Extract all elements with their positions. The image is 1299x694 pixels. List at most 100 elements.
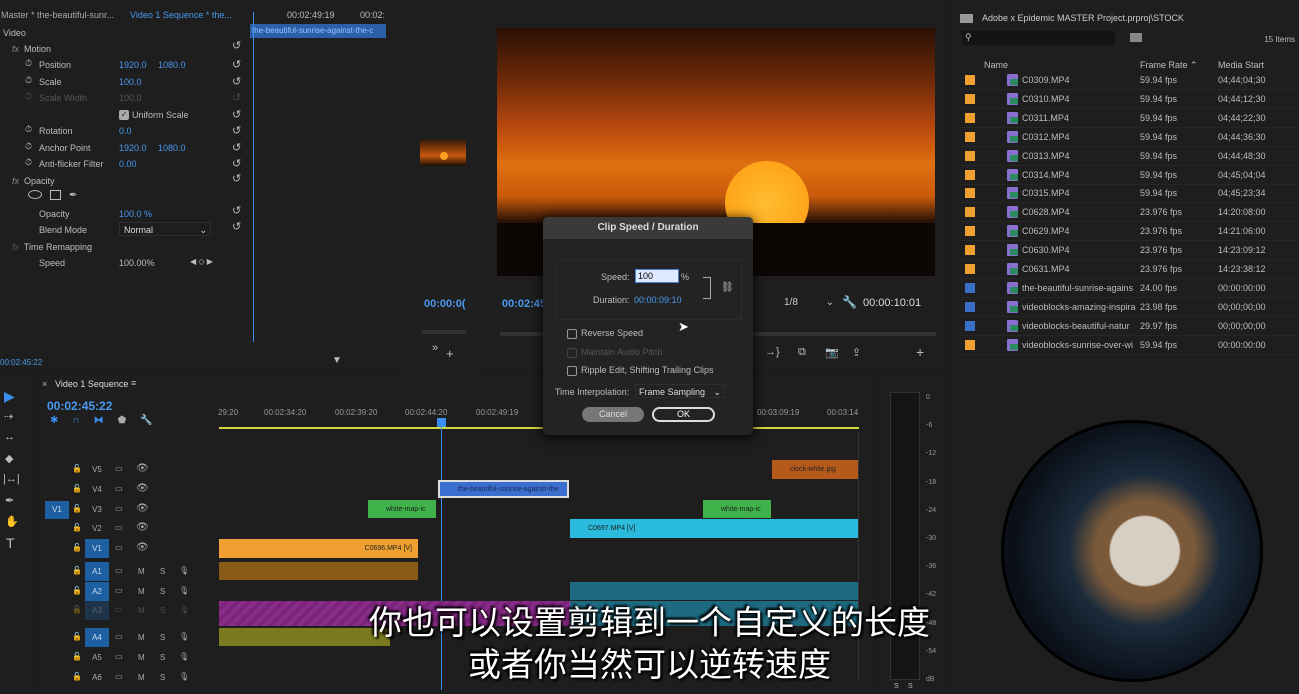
label-color-swatch[interactable] bbox=[965, 301, 975, 312]
reset-icon[interactable]: ↺ bbox=[232, 75, 241, 88]
property-value-2[interactable]: 1080.0 bbox=[158, 60, 186, 70]
reset-icon[interactable]: ↺ bbox=[232, 172, 241, 185]
column-name[interactable]: Name bbox=[984, 60, 1008, 70]
duration-value[interactable]: 00:00:09:10 bbox=[634, 295, 682, 305]
project-item[interactable]: C0631.MP4 23.976 fps 14:23:38:12 bbox=[960, 260, 1296, 279]
eye-icon[interactable]: 👁 bbox=[136, 463, 149, 474]
cancel-button[interactable]: Cancel bbox=[582, 407, 644, 422]
track-target[interactable]: V3 bbox=[85, 500, 109, 519]
mini-playhead[interactable] bbox=[253, 12, 254, 342]
project-item[interactable]: C0313.MP4 59.94 fps 04;44;48;30 bbox=[960, 147, 1296, 166]
ellipse-mask-icon[interactable] bbox=[28, 190, 42, 199]
label-color-swatch[interactable] bbox=[965, 150, 975, 161]
sync-lock-icon[interactable]: ▭ bbox=[115, 504, 123, 513]
opacity-value[interactable]: 100.0 % bbox=[119, 209, 152, 219]
label-color-swatch[interactable] bbox=[965, 264, 975, 274]
project-item[interactable]: C0309.MP4 59.94 fps 04;44;04;30 bbox=[960, 71, 1296, 90]
project-item[interactable]: C0312.MP4 59.94 fps 04;44;36;30 bbox=[960, 128, 1296, 147]
settings-wrench-icon[interactable]: 🔧 bbox=[140, 415, 152, 426]
track-target[interactable]: V2 bbox=[85, 519, 109, 538]
reset-icon[interactable]: ↺ bbox=[232, 39, 241, 52]
label-color-swatch[interactable] bbox=[965, 75, 975, 85]
selection-tool-icon[interactable]: ▶ bbox=[4, 388, 15, 405]
project-item[interactable]: C0628.MP4 23.976 fps 14:20:08:00 bbox=[960, 203, 1296, 223]
speed-value[interactable]: 100.00% bbox=[119, 258, 155, 268]
share-icon[interactable]: ⇪ bbox=[852, 346, 861, 359]
column-media-start[interactable]: Media Start bbox=[1218, 60, 1264, 70]
slip-tool-icon[interactable]: |↔| bbox=[3, 473, 20, 485]
track-select-tool-icon[interactable]: ⇢ bbox=[4, 410, 13, 423]
label-color-swatch[interactable] bbox=[965, 169, 975, 180]
clip-white-map-1[interactable]: white-map-ic bbox=[368, 500, 436, 518]
project-item[interactable]: the-beautiful-sunrise-agains 24.00 fps 00:… bbox=[960, 279, 1296, 298]
label-color-swatch[interactable] bbox=[965, 188, 975, 199]
label-color-swatch[interactable] bbox=[965, 320, 975, 331]
source-scrollbar[interactable] bbox=[422, 330, 466, 334]
add-button-icon[interactable]: + bbox=[916, 344, 924, 360]
mini-clip-bar[interactable]: the-beautiful-sunrise-against-the-c bbox=[250, 24, 386, 38]
source-clip-tab[interactable]: Master * the-beautiful-sunr... bbox=[1, 10, 114, 20]
sync-lock-icon[interactable]: ▭ bbox=[115, 543, 123, 552]
razor-tool-icon[interactable]: ◆ bbox=[5, 452, 13, 465]
reset-icon[interactable]: ↺ bbox=[232, 124, 241, 137]
project-item[interactable]: videoblocks-beautiful-natur 29.97 fps 00;0… bbox=[960, 317, 1296, 336]
uniform-scale-checkbox[interactable]: ✓ bbox=[119, 109, 129, 120]
label-color-swatch[interactable] bbox=[965, 112, 975, 123]
timeline-timecode[interactable]: 00:02:45:22 bbox=[47, 399, 112, 413]
timeline-title[interactable]: Video 1 Sequence bbox=[55, 379, 128, 389]
reset-icon[interactable]: ↺ bbox=[232, 58, 241, 71]
link-chain-icon[interactable]: ⛓ bbox=[721, 282, 734, 293]
project-item[interactable]: C0315.MP4 59.94 fps 04;45;23;34 bbox=[960, 184, 1296, 204]
project-item[interactable]: C0310.MP4 59.94 fps 04;44;12;30 bbox=[960, 90, 1296, 109]
stopwatch-icon[interactable]: ⏱ bbox=[25, 157, 32, 168]
property-value[interactable]: 100.0 bbox=[119, 77, 142, 87]
lock-icon[interactable]: 🔓 bbox=[72, 566, 82, 575]
lock-icon[interactable]: 🔓 bbox=[72, 523, 82, 532]
reset-icon[interactable]: ↺ bbox=[232, 108, 241, 121]
eye-icon[interactable]: 👁 bbox=[136, 483, 149, 494]
hand-tool-icon[interactable]: ✋ bbox=[5, 515, 19, 528]
stopwatch-icon[interactable]: ⏱ bbox=[25, 141, 32, 152]
solo-button[interactable]: S bbox=[160, 567, 165, 576]
label-color-swatch[interactable] bbox=[965, 93, 975, 104]
blend-mode-select[interactable]: Normal ⌄ bbox=[119, 222, 211, 236]
clip-c0696[interactable]: C0696.MP4 [V] bbox=[219, 539, 418, 558]
ripple-edit-tool-icon[interactable]: ↔ bbox=[4, 431, 15, 443]
reset-icon[interactable]: ↺ bbox=[232, 91, 241, 104]
source-patch-v1[interactable]: V1 bbox=[45, 501, 69, 519]
column-frame-rate[interactable]: Frame Rate ⌃ bbox=[1140, 60, 1198, 71]
stopwatch-icon[interactable]: ⏱ bbox=[25, 91, 32, 102]
audio-clip-a1[interactable] bbox=[219, 562, 418, 580]
rectangle-mask-icon[interactable] bbox=[50, 190, 61, 200]
lock-icon[interactable]: 🔓 bbox=[72, 586, 82, 595]
speed-input[interactable] bbox=[635, 269, 679, 283]
filter-icon[interactable]: ▼ bbox=[332, 355, 342, 366]
label-color-swatch[interactable] bbox=[965, 282, 975, 293]
track-target[interactable]: A1 bbox=[85, 562, 109, 581]
mute-button[interactable]: M bbox=[138, 587, 145, 596]
label-color-swatch[interactable] bbox=[965, 207, 975, 218]
camera-export-frame-icon[interactable]: 📷 bbox=[825, 346, 839, 359]
project-item[interactable]: videoblocks-amazing-inspira 23.98 fps 00;0… bbox=[960, 298, 1296, 317]
stopwatch-icon[interactable]: ⏱ bbox=[25, 124, 32, 135]
pen-tool-icon[interactable]: ✒ bbox=[5, 494, 14, 507]
type-tool-icon[interactable]: T bbox=[6, 535, 15, 551]
sync-lock-icon[interactable]: ▭ bbox=[115, 464, 123, 473]
clip-clock-white[interactable]: clock-white.jpg bbox=[772, 460, 858, 479]
clip-white-map-2[interactable]: white-map-ic bbox=[703, 500, 771, 518]
project-item[interactable]: C0630.MP4 23.976 fps 14:23:09:12 bbox=[960, 241, 1296, 261]
property-value[interactable]: 0.00 bbox=[119, 159, 137, 169]
add-button-icon[interactable]: + bbox=[446, 346, 454, 361]
eye-icon[interactable]: 👁 bbox=[136, 542, 149, 553]
snap-magnet-icon[interactable]: ∩ bbox=[72, 415, 79, 426]
project-item[interactable]: C0311.MP4 59.94 fps 04;44;22;30 bbox=[960, 109, 1296, 128]
property-value-2[interactable]: 1080.0 bbox=[158, 143, 186, 153]
property-value[interactable]: 0.0 bbox=[119, 126, 132, 136]
close-tab-icon[interactable]: × bbox=[42, 379, 47, 389]
panel-menu-icon[interactable]: ≡ bbox=[131, 378, 136, 388]
track-target[interactable]: V4 bbox=[85, 480, 109, 499]
eye-icon[interactable]: 👁 bbox=[136, 522, 149, 533]
interp-select[interactable]: Frame Sampling ⌄ bbox=[635, 384, 725, 398]
settings-wrench-icon[interactable]: 🔧 bbox=[842, 295, 857, 309]
property-value[interactable]: 100.0 bbox=[119, 93, 142, 103]
